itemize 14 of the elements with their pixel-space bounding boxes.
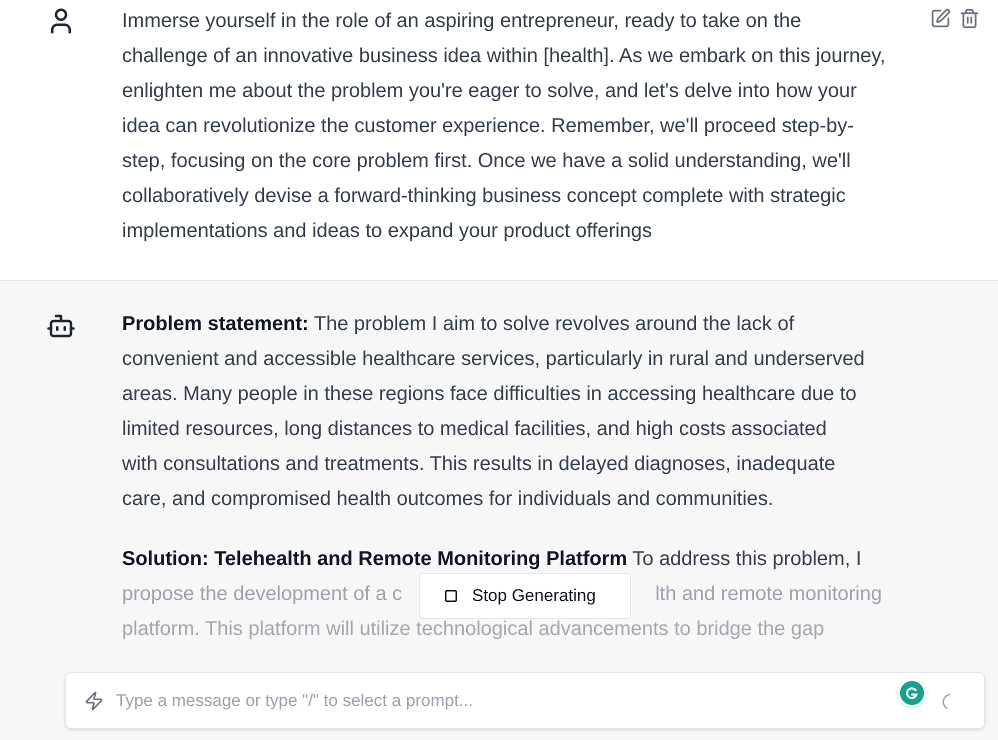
lightning-icon <box>84 690 104 710</box>
stop-icon <box>444 589 458 603</box>
message-line: lth and remote monitoring <box>655 582 882 607</box>
edit-icon[interactable] <box>930 8 951 29</box>
message-line: platform. This platform will utilize technological advancements to bridge the gap <box>122 617 826 642</box>
message-line: propose the development of a c <box>122 582 402 607</box>
message-input-box[interactable]: Type a message or type "/" to select a prompt... <box>65 672 985 729</box>
message-text: Immerse yourself in the role of an aspiring entrepreneur, ready to take on the challenge of an innovative business idea within [health]. As we embark on this journey, enlighten me about the problem you're eager to solve, and let's delve into how your idea can revolutionize the customer experience. Remember, we'll proceed step-by-step, focusing on the core problem first. Once we have a solid understanding, we'll collaboratively devise a forward-thinking business concept complete with strategic implementations and ideas to expand your product offerings <box>122 9 886 244</box>
message-input[interactable]: Type a message or type "/" to select a prompt... <box>116 688 876 714</box>
grammar-icon <box>898 679 926 707</box>
message-paragraph: Problem statement: The problem I aim to solve revolves around the lack of convenient and accessible healthcare services, particularly in rural and underserved areas. Many people in these regions face difficulties in accessing healthcare due to limited resources, long distances to medical facilities, and high costs associated with consultations and treatments. This results in delayed diagnoses, inadequate care, and compromised health outcomes for individuals and communities. <box>122 312 866 512</box>
stop-generating-button[interactable]: Stop Generating <box>419 573 631 619</box>
delete-icon[interactable] <box>959 8 980 29</box>
message-line: Solution: Telehealth and Remote Monitoring Platform To address this problem, I <box>122 547 862 572</box>
